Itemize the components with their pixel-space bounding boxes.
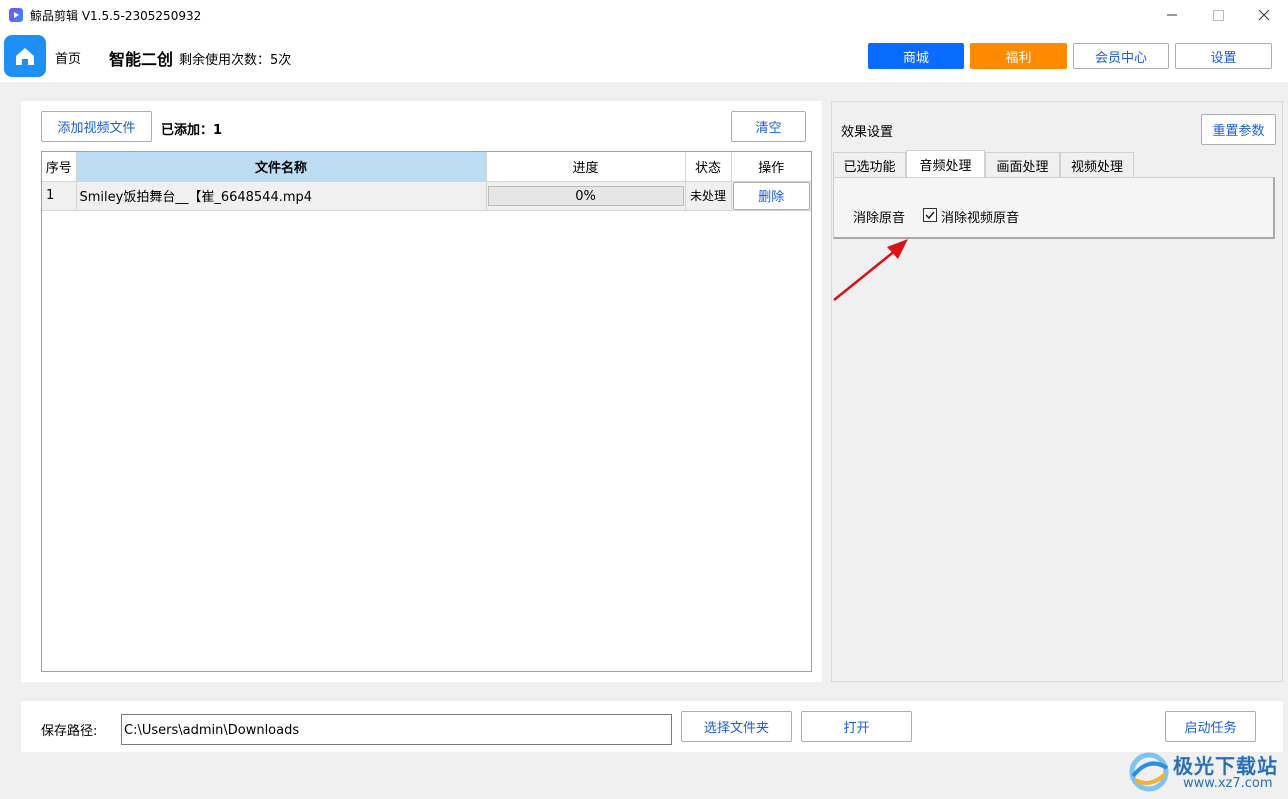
table-row[interactable]: 1 Smiley饭拍舞台__【崔_6648544.mp4 0% 未处理 删除 [42, 181, 811, 211]
window-title: 鲸品剪辑 V1.5.5-2305250932 [30, 9, 202, 23]
home-label[interactable]: 首页 [55, 48, 81, 67]
app-logo-icon [9, 8, 23, 22]
watermark-text: 极光下载站 [1173, 754, 1278, 778]
file-table: 序号 文件名称 进度 状态 操作 1 Smiley饭拍舞台__【崔_664854… [41, 151, 812, 672]
tab-audio-processing[interactable]: 音频处理 [906, 150, 985, 178]
col-header-action: 操作 [731, 152, 811, 182]
remove-audio-label: 消除原音 [853, 211, 906, 226]
checkmark-icon [925, 211, 935, 220]
row-filename: Smiley饭拍舞台__【崔_6648544.mp4 [76, 181, 487, 211]
remove-audio-checkbox-label[interactable]: 消除视频原音 [941, 207, 1019, 226]
delete-button[interactable]: 删除 [732, 181, 810, 210]
col-header-status: 状态 [685, 152, 732, 182]
progress-text: 0% [575, 188, 596, 204]
reset-params-button[interactable]: 重置参数 [1201, 114, 1276, 145]
progress-bar: 0% [487, 185, 684, 206]
col-header-filename: 文件名称 [76, 152, 487, 182]
benefits-button[interactable]: 福利 [970, 43, 1067, 69]
tab-image-processing[interactable]: 画面处理 [985, 152, 1060, 178]
settings-button[interactable]: 设置 [1175, 43, 1272, 69]
annotation-arrow-icon [833, 239, 908, 301]
choose-folder-button[interactable]: 选择文件夹 [681, 711, 792, 742]
mode-title: 智能二创 [109, 50, 174, 69]
member-center-button[interactable]: 会员中心 [1073, 43, 1169, 69]
added-count: 已添加：1 [161, 123, 223, 138]
minimize-icon[interactable] [1162, 6, 1182, 24]
row-progress-cell: 0% [486, 181, 686, 211]
col-header-index: 序号 [42, 152, 77, 182]
add-video-button[interactable]: 添加视频文件 [41, 111, 152, 142]
maximize-icon[interactable] [1208, 6, 1228, 24]
col-header-progress: 进度 [486, 152, 686, 182]
usage-text: 剩余使用次数：5次 [179, 53, 292, 68]
shop-button[interactable]: 商城 [868, 43, 964, 69]
title-bar: 鲸品剪辑 V1.5.5-2305250932 [0, 0, 1288, 30]
row-action-cell: 删除 [731, 181, 811, 211]
watermark-url: www.xz7.com [1183, 776, 1273, 791]
save-path-input[interactable] [121, 714, 672, 745]
remove-audio-checkbox[interactable] [923, 208, 937, 222]
watermark: 极光下载站 www.xz7.com [1125, 748, 1285, 796]
save-path-label: 保存路径: [41, 724, 98, 739]
home-icon [16, 48, 34, 65]
start-task-button[interactable]: 启动任务 [1165, 711, 1256, 742]
row-status: 未处理 [685, 181, 732, 211]
footer-bar: 保存路径: 选择文件夹 打开 启动任务 [21, 701, 1283, 752]
tab-video-processing[interactable]: 视频处理 [1060, 152, 1134, 178]
table-header-row: 序号 文件名称 进度 状态 操作 [42, 152, 811, 182]
file-panel: 添加视频文件 已添加：1 清空 序号 文件名称 进度 状态 操作 1 Smile… [21, 101, 822, 682]
open-folder-button[interactable]: 打开 [801, 711, 912, 742]
home-button[interactable] [4, 35, 46, 77]
effects-title: 效果设置 [841, 125, 894, 140]
watermark-logo-icon [1129, 752, 1169, 792]
row-index: 1 [42, 181, 77, 211]
clear-button[interactable]: 清空 [731, 111, 806, 142]
tab-selected-features[interactable]: 已选功能 [833, 152, 906, 178]
header-bar: 首页 智能二创 剩余使用次数：5次 商城 福利 会员中心 设置 [0, 30, 1288, 82]
close-icon[interactable] [1254, 6, 1274, 24]
